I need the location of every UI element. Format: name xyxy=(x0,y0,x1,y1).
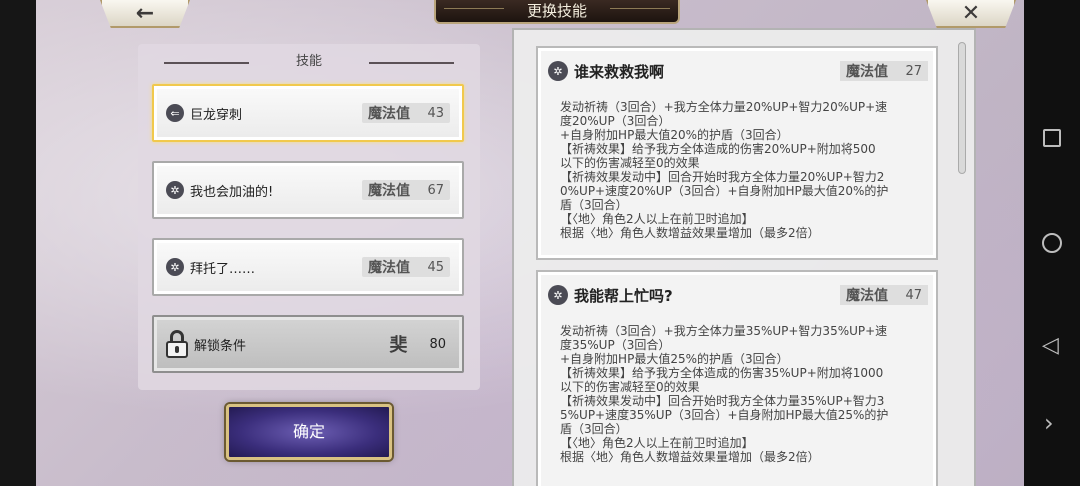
description-line: 5%UP+速度35%UP（3回合）+自身附加HP最大值25%的护 xyxy=(560,408,889,422)
card-header: ✲ 谁来救救我啊 魔法值 27 xyxy=(548,58,928,84)
skill-name: 巨龙穿刺 xyxy=(190,107,243,123)
description-line: +自身附加HP最大值25%的护盾（3回合） xyxy=(560,352,789,366)
description-line: 发动祈祷（3回合）+我方全体力量20%UP+智力20%UP+速 xyxy=(560,100,888,114)
mp-label: 魔法值 xyxy=(368,183,410,199)
skill-detail-card-2[interactable]: ✲ 我能帮上忙吗? 魔法值 47 发动祈祷（3回合）+我方全体力量35%UP+智… xyxy=(536,270,938,486)
description-line: 以下的伤害减轻至0的效果 xyxy=(560,380,700,394)
skill-slot-3[interactable]: ✲ 拜托了…… 魔法值 45 xyxy=(152,238,464,296)
description-line: 【祈祷效果】给予我方全体造成的伤害20%UP+附加将500 xyxy=(560,142,876,156)
description-line: 发动祈祷（3回合）+我方全体力量35%UP+智力35%UP+速 xyxy=(560,324,888,338)
description-line: 【祈祷效果发动中】回合开始时我方全体力量20%UP+智力2 xyxy=(560,170,885,184)
card-title: 我能帮上忙吗? xyxy=(574,286,673,305)
card-description: 发动祈祷（3回合）+我方全体力量35%UP+智力35%UP+速 度35%UP（3… xyxy=(560,324,930,464)
description-line: 度20%UP（3回合） xyxy=(560,114,671,128)
description-line: +自身附加HP最大值20%的护盾（3回合） xyxy=(560,128,789,142)
locked-skill-slot[interactable]: 解锁条件 奜 80 xyxy=(152,315,464,373)
description-line: 根据〈地〉角色人数增益效果量增加（最多2倍） xyxy=(560,450,820,464)
skill-type-icon: ✲ xyxy=(548,61,568,81)
card-title: 谁来救救我啊 xyxy=(574,62,665,81)
description-line: 【〈地〉角色2人以上在前卫时追加】 xyxy=(560,436,754,450)
back-arrow-icon: ← xyxy=(135,0,155,26)
game-screen: ← 更换技能 ✕ 技能 ⇐ 巨龙穿刺 魔法值 43 ✲ 我也会加油的! 魔法值 … xyxy=(0,0,1024,486)
description-line: 【〈地〉角色2人以上在前卫时追加】 xyxy=(560,212,754,226)
lock-icon xyxy=(166,330,188,358)
description-line: 【祈祷效果】给予我方全体造成的伤害35%UP+附加将1000 xyxy=(560,366,884,380)
card-header: ✲ 我能帮上忙吗? 魔法值 47 xyxy=(548,282,928,308)
system-back-icon[interactable]: ◁ xyxy=(1042,333,1059,358)
mp-cost: 魔法值 27 xyxy=(840,61,928,81)
skill-name: 拜托了…… xyxy=(190,261,256,277)
expand-icon[interactable]: › xyxy=(1044,409,1054,437)
card-description: 发动祈祷（3回合）+我方全体力量20%UP+智力20%UP+速 度20%UP（3… xyxy=(560,100,930,240)
skill-section-header: 技能 xyxy=(138,52,480,72)
mp-value: 47 xyxy=(905,287,922,303)
skill-section-title: 技能 xyxy=(295,54,322,69)
skill-slot-2[interactable]: ✲ 我也会加油的! 魔法值 67 xyxy=(152,161,464,219)
mp-cost: 魔法值 43 xyxy=(362,103,450,123)
skill-type-icon: ⇐ xyxy=(166,104,184,122)
description-line: 盾（3回合） xyxy=(560,198,628,212)
mp-label: 魔法值 xyxy=(846,288,888,304)
skill-list-panel: 技能 ⇐ 巨龙穿刺 魔法值 43 ✲ 我也会加油的! 魔法值 67 ✲ 拜托了…… xyxy=(138,44,480,390)
description-line: 以下的伤害减轻至0的效果 xyxy=(560,156,700,170)
skill-type-icon: ✲ xyxy=(166,181,184,199)
mp-cost: 魔法值 67 xyxy=(362,180,450,200)
mp-value: 45 xyxy=(427,259,444,275)
mp-label: 魔法值 xyxy=(368,260,410,276)
mp-value: 43 xyxy=(427,105,444,121)
close-icon: ✕ xyxy=(961,0,981,26)
mp-value: 27 xyxy=(905,63,922,79)
description-line: 盾（3回合） xyxy=(560,422,628,436)
detail-scrollbar[interactable] xyxy=(958,42,966,174)
mp-label: 魔法值 xyxy=(846,64,888,80)
header-ornament-right xyxy=(369,62,454,64)
recent-apps-icon[interactable] xyxy=(1043,129,1061,147)
left-edge-strip xyxy=(0,0,36,486)
page-title: 更换技能 xyxy=(434,0,680,24)
skill-type-icon: ✲ xyxy=(548,285,568,305)
description-line: 根据〈地〉角色人数增益效果量增加（最多2倍） xyxy=(560,226,820,240)
mp-label: 魔法值 xyxy=(368,106,410,122)
unlock-condition-label: 解锁条件 xyxy=(194,338,247,354)
home-icon[interactable] xyxy=(1042,233,1062,253)
header-ornament-left xyxy=(164,62,249,64)
description-line: 【祈祷效果发动中】回合开始时我方全体力量35%UP+智力3 xyxy=(560,394,885,408)
skill-detail-panel[interactable]: ✲ 谁来救救我啊 魔法值 27 发动祈祷（3回合）+我方全体力量20%UP+智力… xyxy=(512,28,976,486)
skill-type-icon: ✲ xyxy=(166,258,184,276)
rank-icon: 奜 xyxy=(389,335,408,356)
skill-detail-card-1[interactable]: ✲ 谁来救救我啊 魔法值 27 发动祈祷（3回合）+我方全体力量20%UP+智力… xyxy=(536,46,938,260)
confirm-button[interactable]: 确定 xyxy=(226,404,392,460)
skill-name: 我也会加油的! xyxy=(190,184,274,200)
skill-slot-1[interactable]: ⇐ 巨龙穿刺 魔法值 43 xyxy=(152,84,464,142)
close-button[interactable]: ✕ xyxy=(926,0,1016,28)
mp-cost: 魔法值 45 xyxy=(362,257,450,277)
mp-value: 67 xyxy=(427,182,444,198)
system-nav-bar: ◁ › xyxy=(1024,0,1080,486)
description-line: 0%UP+速度20%UP（3回合）+自身附加HP最大值20%的护 xyxy=(560,184,889,198)
back-button[interactable]: ← xyxy=(100,0,190,28)
description-line: 度35%UP（3回合） xyxy=(560,338,671,352)
unlock-level-value: 80 xyxy=(429,336,446,352)
mp-cost: 魔法值 47 xyxy=(840,285,928,305)
